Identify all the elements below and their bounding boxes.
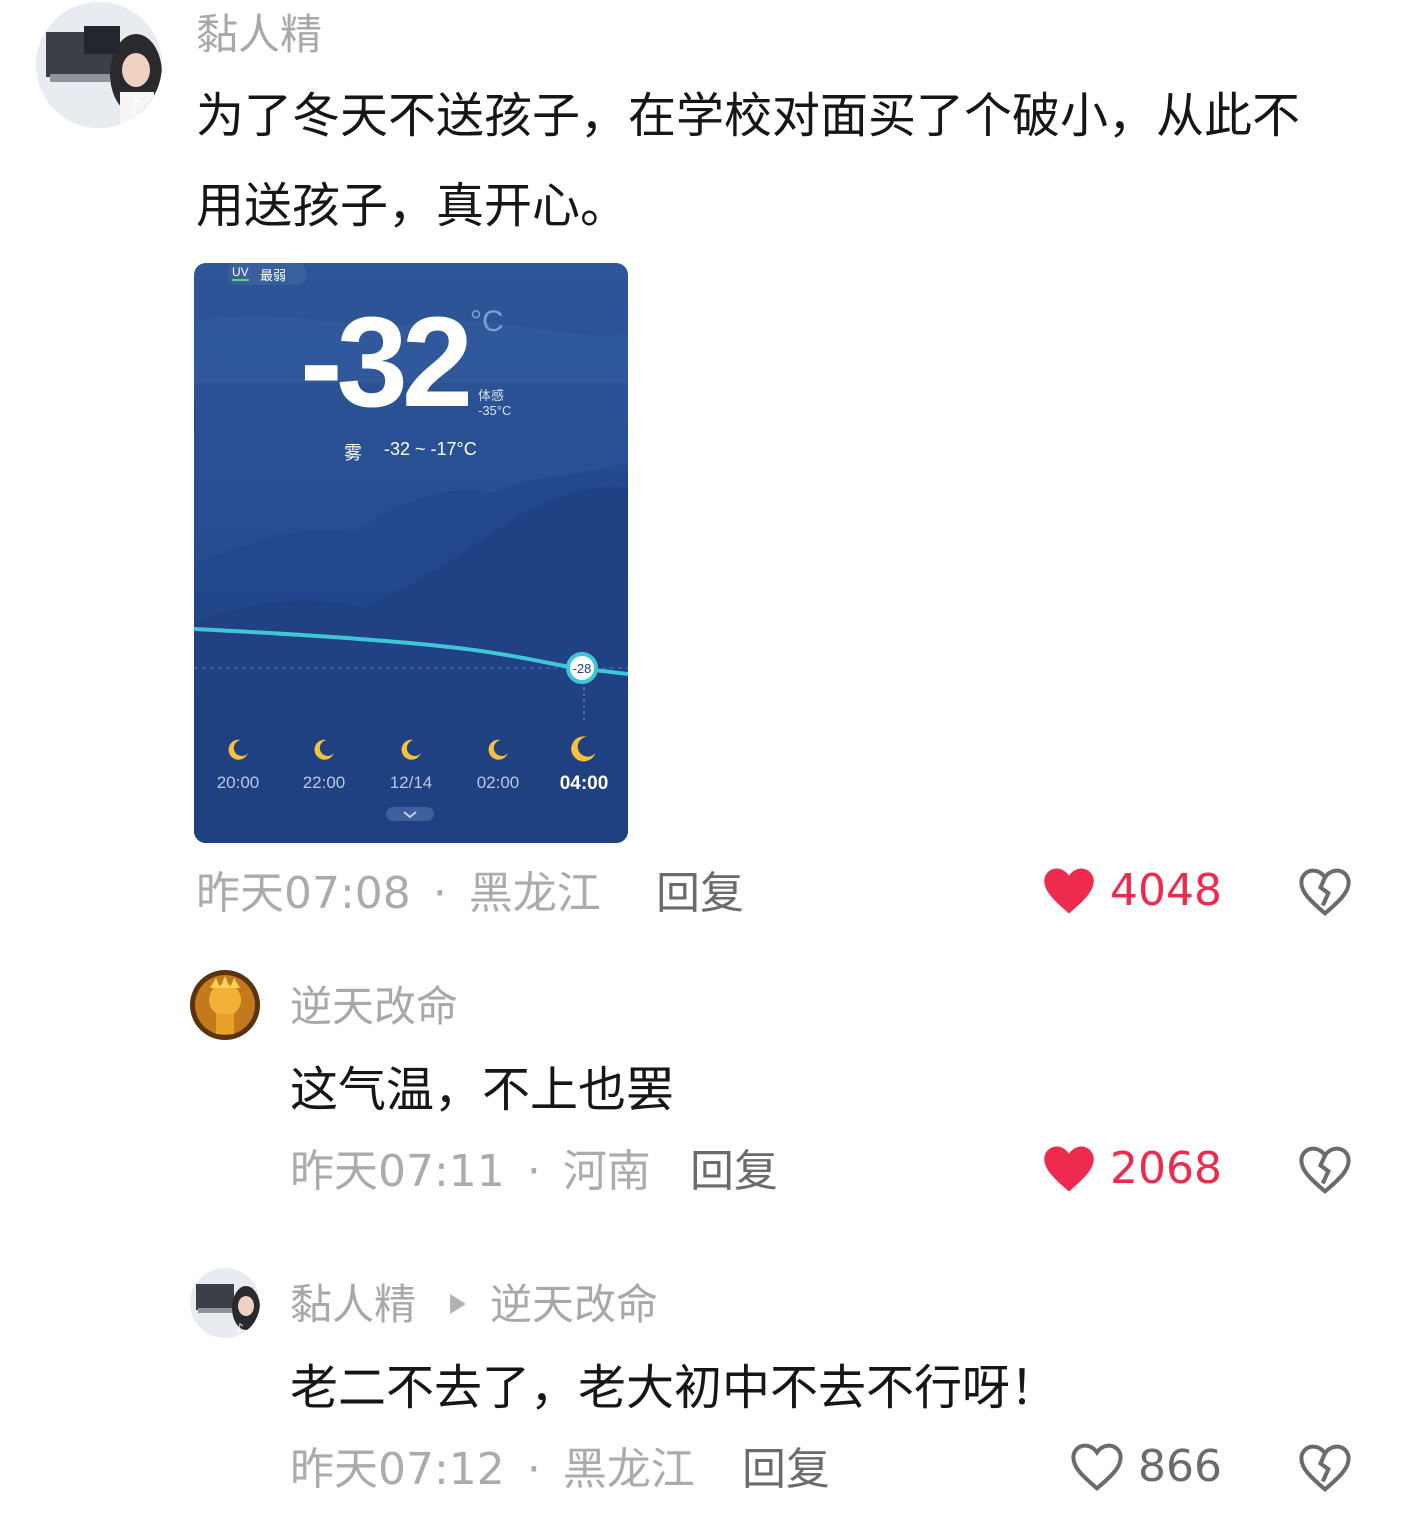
like-count: 4048 [1110,865,1222,916]
weather-condition: 雾 [344,443,362,463]
hourly-time: 20:00 [216,773,260,792]
hourly-moon-icon [399,737,423,765]
temperature-value: -32 [300,291,473,434]
like-count: 866 [1138,1441,1222,1492]
avatar-niurenjing[interactable]: ♪ [190,1268,260,1338]
current-temp-value: -28 [572,660,592,676]
meta-separator: · [526,1146,541,1197]
dislike-button[interactable] [1298,1442,1352,1498]
weather-screenshot-image[interactable]: UV 最弱 -32 °C 体感 -35°C 雾 -32 ~ -17°C -28 [194,263,628,843]
svg-text:♪: ♪ [236,1321,244,1335]
reply-to-username[interactable]: 逆天改命 [490,1284,658,1326]
reply-button[interactable]: 回复 [742,1448,830,1492]
uv-label: UV [232,265,249,281]
meta-separator: · [432,868,447,919]
broken-heart-icon [1299,1146,1351,1195]
comment-location: 黑龙江 [468,868,601,919]
comment-text: 老二不去了，老大初中不去不行呀！ [290,1360,1059,1416]
like-button[interactable]: 2068 [1042,1144,1222,1194]
like-button[interactable]: 866 [1070,1442,1222,1492]
hourly-time: 12/14 [389,773,433,792]
comment-meta: 昨天07:12 · 黑龙江 [290,1448,695,1492]
uv-level: 最弱 [260,268,287,283]
dislike-button[interactable] [1298,866,1352,922]
hourly-moon-icon [486,737,510,765]
avatar-niurenjing[interactable]: ♪ [36,2,162,128]
hourly-time-current: 04:00 [559,773,609,794]
avatar-nitiangaiming[interactable] [190,970,260,1040]
svg-text:♪: ♪ [128,95,142,120]
reply-button[interactable]: 回复 [656,872,744,916]
dislike-button[interactable] [1298,1144,1352,1200]
comment-text-line-1: 为了冬天不送孩子，在学校对面买了个破小，从此不 [196,88,1301,144]
broken-heart-icon [1299,868,1351,917]
broken-heart-icon [1299,1444,1351,1493]
hourly-time: 22:00 [302,773,346,792]
comment-username[interactable]: 逆天改命 [290,986,458,1028]
reply-button[interactable]: 回复 [690,1150,778,1194]
temperature-range: -32 ~ -17°C [384,439,477,459]
comment-location: 河南 [562,1146,651,1197]
comment-location: 黑龙江 [562,1444,695,1495]
hourly-time: 02:00 [476,773,520,792]
feels-like-label: 体感 [478,388,505,403]
comment-text: 这气温，不上也罢 [290,1062,675,1118]
like-button[interactable]: 4048 [1042,866,1222,916]
heart-outline-icon [1071,1443,1123,1492]
comment-meta: 昨天07:08 · 黑龙江 [196,872,601,916]
comment-text-line-2: 用送孩子，真开心。 [196,178,629,234]
reply-arrow-icon [446,1290,470,1322]
comment-username[interactable]: 黏人精 [196,14,322,56]
like-count: 2068 [1110,1143,1222,1194]
comment-meta: 昨天07:11 · 河南 [290,1150,651,1194]
meta-separator: · [526,1444,541,1495]
comment-time: 昨天07:11 [290,1146,505,1197]
heart-filled-icon [1044,868,1094,914]
comment-time: 昨天07:08 [196,868,411,919]
heart-filled-icon [1044,1146,1094,1192]
comment-username[interactable]: 黏人精 [290,1284,416,1326]
comment-time: 昨天07:12 [290,1444,505,1495]
hourly-moon-icon [226,737,250,765]
feels-like-value: -35°C [478,403,512,418]
current-temp-marker: -28 [566,652,598,684]
temperature-unit: °C [470,305,504,338]
hourly-moon-icon [312,737,336,765]
hourly-moon-icon [568,733,598,767]
